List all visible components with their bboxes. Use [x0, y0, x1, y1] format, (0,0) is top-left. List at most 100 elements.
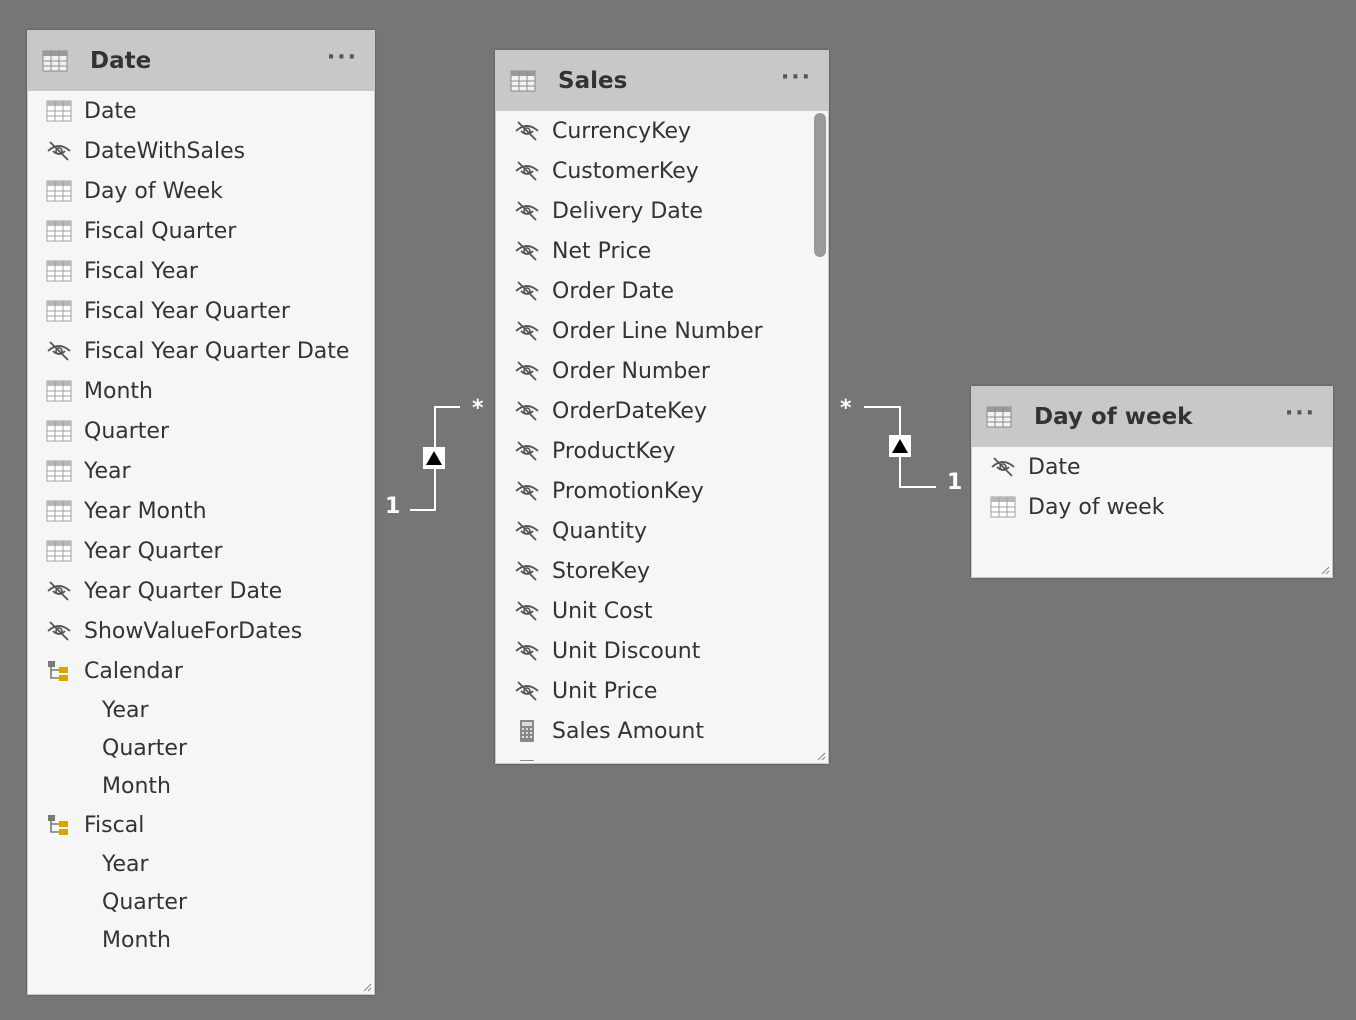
field-item[interactable]: Delivery Date [496, 191, 828, 231]
field-item[interactable]: ShowValueForDates [28, 611, 374, 651]
hidden-eye-icon [514, 359, 540, 383]
resize-handle-icon[interactable] [814, 749, 826, 761]
field-label: OrderDateKey [552, 398, 707, 424]
field-label: Quantity [552, 518, 648, 544]
field-item[interactable]: Day of Week [28, 171, 374, 211]
hidden-eye-icon [46, 579, 72, 603]
field-item[interactable]: ProductKey [496, 431, 828, 471]
table-column-icon [46, 499, 72, 523]
field-label: Year [102, 851, 149, 877]
field-item[interactable]: Year [28, 451, 374, 491]
field-item[interactable]: Day of week [972, 487, 1332, 527]
table-column-icon [46, 259, 72, 283]
hierarchy-level-item[interactable]: Quarter [28, 883, 374, 921]
field-label: Unit Cost [552, 598, 653, 624]
field-item[interactable]: DateWithSales [28, 131, 374, 171]
more-options-button[interactable]: ··· [781, 65, 812, 90]
dayofweek-table-card[interactable]: Day of week ··· Date Day of week [971, 386, 1333, 578]
resize-handle-icon[interactable] [1318, 563, 1330, 575]
table-column-icon [46, 459, 72, 483]
field-label: Year Month [84, 498, 207, 524]
table-column-icon [46, 379, 72, 403]
field-item[interactable]: Year Quarter Date [28, 571, 374, 611]
field-item[interactable]: Sales (USD) [496, 751, 828, 761]
hierarchy-level-item[interactable]: Month [28, 921, 374, 959]
field-item[interactable]: Fiscal [28, 805, 374, 845]
relationship-sales-dayofweek[interactable] [864, 406, 936, 488]
field-item[interactable]: Fiscal Year Quarter Date [28, 331, 374, 371]
field-label: Order Number [552, 358, 710, 384]
field-label: PromotionKey [552, 478, 704, 504]
field-item[interactable]: Unit Cost [496, 591, 828, 631]
field-item[interactable]: Fiscal Year Quarter [28, 291, 374, 331]
sales-table-header[interactable]: Sales ··· [496, 51, 828, 111]
hidden-eye-icon [514, 559, 540, 583]
more-options-button[interactable]: ··· [327, 45, 358, 70]
hierarchy-level-item[interactable]: Month [28, 767, 374, 805]
field-label: Date [1028, 454, 1081, 480]
field-label: ProductKey [552, 438, 676, 464]
field-label: Unit Discount [552, 638, 701, 664]
field-label: Year Quarter [84, 538, 223, 564]
table-column-icon [46, 539, 72, 563]
sales-table-card[interactable]: Sales ··· CurrencyKey CustomerKey Delivery… [495, 50, 829, 764]
field-item[interactable]: Net Price [496, 231, 828, 271]
table-column-icon [46, 299, 72, 323]
hierarchy-level-item[interactable]: Quarter [28, 729, 374, 767]
field-label: Order Date [552, 278, 675, 304]
field-item[interactable]: Date [972, 447, 1332, 487]
field-label: Day of Week [84, 178, 223, 204]
field-item[interactable]: PromotionKey [496, 471, 828, 511]
hidden-eye-icon [514, 519, 540, 543]
scrollbar-thumb[interactable] [814, 113, 826, 257]
dayofweek-table-header[interactable]: Day of week ··· [972, 387, 1332, 447]
field-item[interactable]: Sales Amount [496, 711, 828, 751]
more-options-button[interactable]: ··· [1285, 401, 1316, 426]
field-label: Sales Amount [552, 718, 705, 744]
field-item[interactable]: Year Month [28, 491, 374, 531]
field-item[interactable]: Month [28, 371, 374, 411]
sales-field-list: CurrencyKey CustomerKey Delivery Date Net P… [496, 111, 828, 761]
date-table-header[interactable]: Date ··· [28, 31, 374, 91]
field-label: ShowValueForDates [84, 618, 303, 644]
hidden-eye-icon [514, 119, 540, 143]
resize-handle-icon[interactable] [360, 980, 372, 992]
field-item[interactable]: Date [28, 91, 374, 131]
field-item[interactable]: Fiscal Quarter [28, 211, 374, 251]
table-title: Date [90, 48, 152, 74]
hidden-eye-icon [514, 239, 540, 263]
hidden-eye-icon [514, 679, 540, 703]
table-column-icon [46, 219, 72, 243]
field-item[interactable]: Order Date [496, 271, 828, 311]
relationship-date-sales[interactable] [410, 406, 460, 511]
field-item[interactable]: CustomerKey [496, 151, 828, 191]
field-item[interactable]: StoreKey [496, 551, 828, 591]
field-item[interactable]: Quarter [28, 411, 374, 451]
hierarchy-level-item[interactable]: Year [28, 845, 374, 883]
hierarchy-level-item[interactable]: Year [28, 691, 374, 729]
field-item[interactable]: Year Quarter [28, 531, 374, 571]
field-item[interactable]: Unit Discount [496, 631, 828, 671]
field-item[interactable]: Fiscal Year [28, 251, 374, 291]
field-label: CurrencyKey [552, 118, 692, 144]
field-label: Unit Price [552, 678, 658, 704]
hidden-eye-icon [514, 479, 540, 503]
hierarchy-icon [46, 813, 72, 837]
dayofweek-field-list: Date Day of week [972, 447, 1332, 527]
field-label: Delivery Date [552, 198, 703, 224]
table-icon [986, 405, 1012, 429]
field-label: Calendar [84, 658, 183, 684]
field-item[interactable]: OrderDateKey [496, 391, 828, 431]
field-item[interactable]: Quantity [496, 511, 828, 551]
table-icon [510, 69, 536, 93]
field-item[interactable]: Order Line Number [496, 311, 828, 351]
field-item[interactable]: Order Number [496, 351, 828, 391]
field-item[interactable]: Unit Price [496, 671, 828, 711]
table-icon [42, 49, 68, 73]
field-item[interactable]: CurrencyKey [496, 111, 828, 151]
field-item[interactable]: Calendar [28, 651, 374, 691]
hierarchy-icon [46, 659, 72, 683]
table-title: Sales [558, 68, 628, 94]
date-table-card[interactable]: Date ··· Date DateWithSales Day of Week Fis… [27, 30, 375, 995]
field-label: Fiscal Quarter [84, 218, 237, 244]
